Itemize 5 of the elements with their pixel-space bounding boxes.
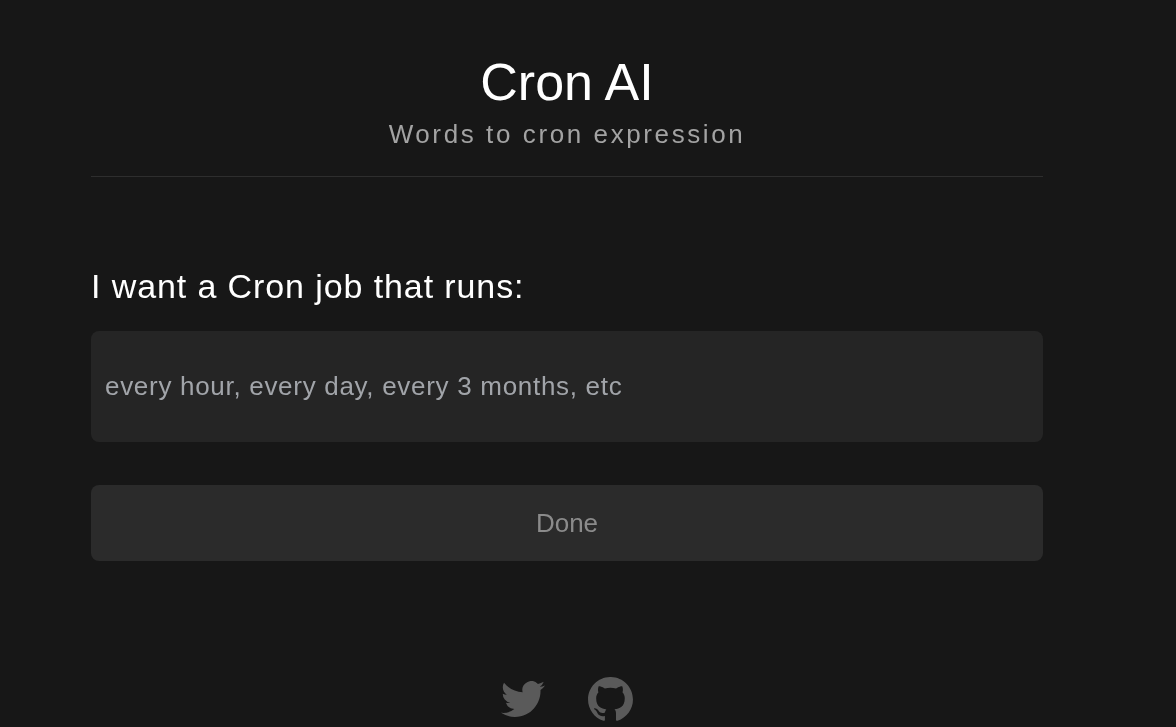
app-subtitle: Words to cron expression <box>388 118 746 151</box>
input-field[interactable]: every hour, every day, every 3 months, etc <box>91 331 1043 442</box>
bird-icon[interactable] <box>501 681 545 717</box>
app-title: Cron AI <box>480 52 654 112</box>
input-label: I want a Cron job that runs: <box>91 266 525 307</box>
